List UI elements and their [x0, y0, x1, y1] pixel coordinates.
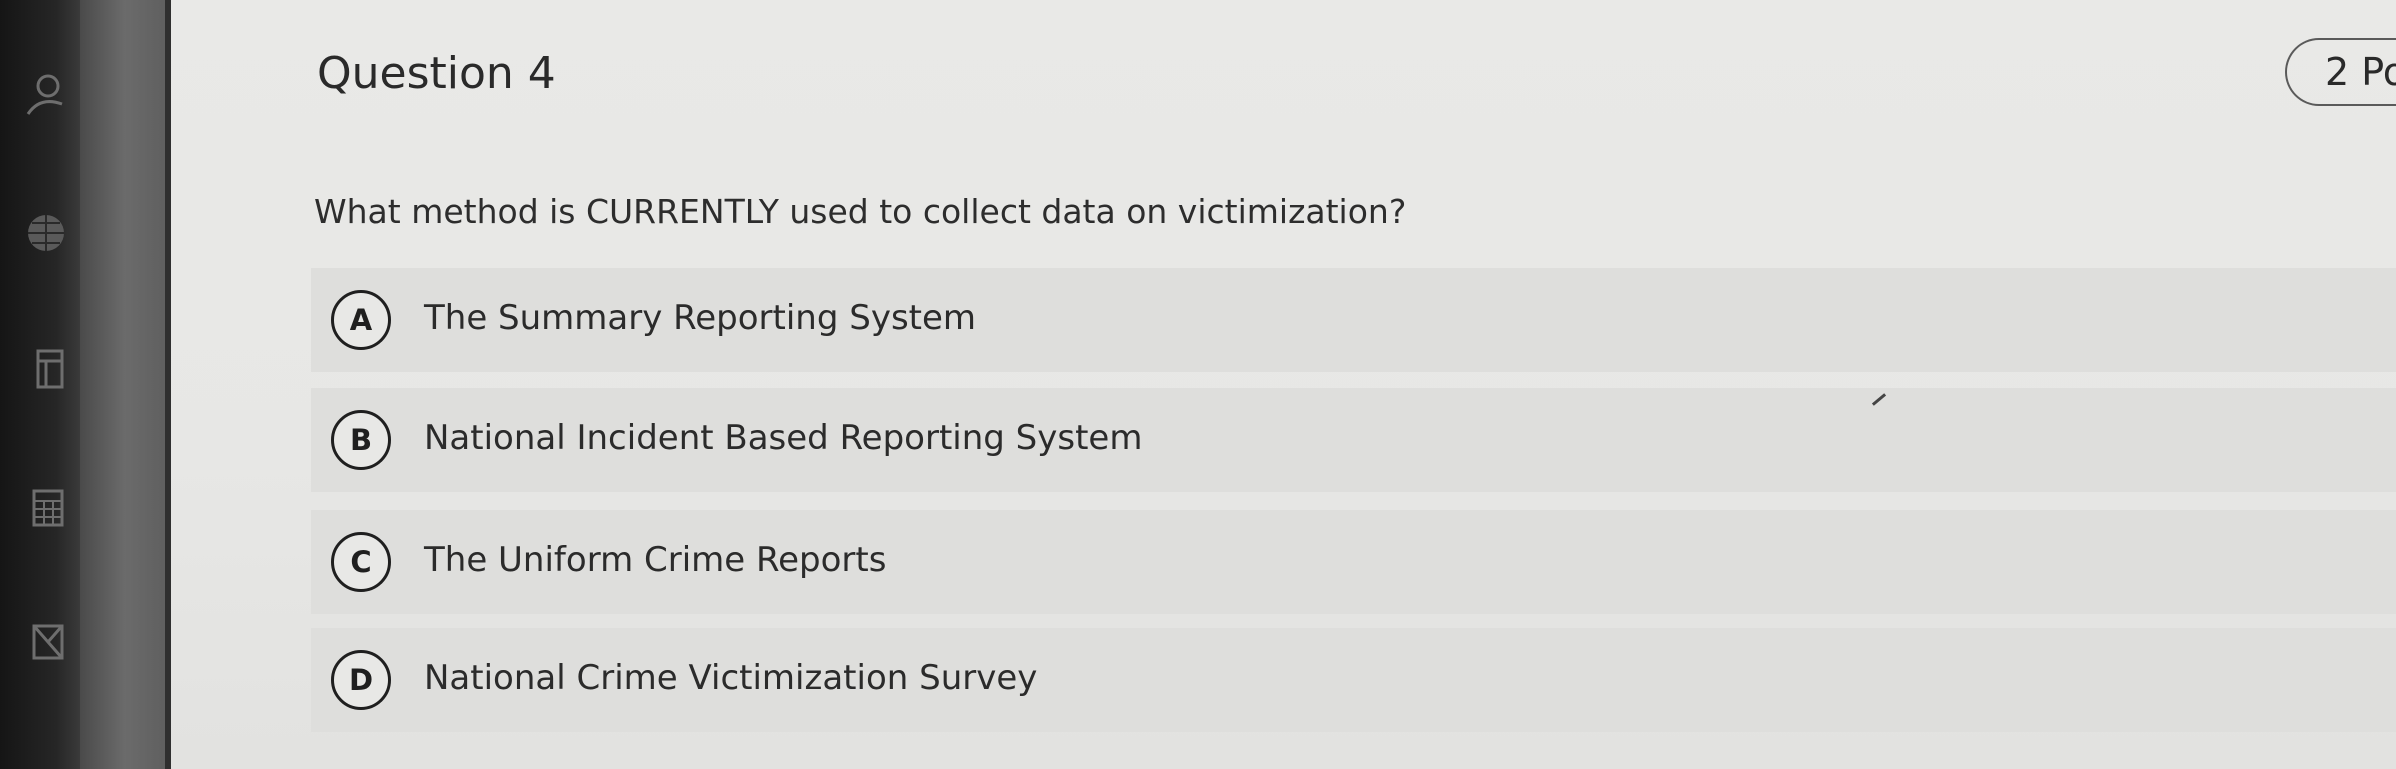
option-label: The Summary Reporting System [424, 298, 977, 338]
option-letter-badge: D [331, 650, 391, 710]
quiz-page: Question 4 2 Po What method is CURRENTLY… [171, 0, 2396, 769]
answer-option-a[interactable]: A The Summary Reporting System [311, 268, 2396, 372]
option-label: National Crime Victimization Survey [424, 658, 1038, 698]
points-badge: 2 Po [2285, 38, 2396, 106]
app-sidebar [0, 0, 80, 769]
option-letter-badge: B [331, 410, 391, 470]
question-title: Question 4 [317, 48, 556, 99]
answer-option-d[interactable]: D National Crime Victimization Survey [311, 628, 2396, 732]
question-prompt: What method is CURRENTLY used to collect… [314, 192, 1407, 231]
option-letter-badge: C [331, 532, 391, 592]
user-icon[interactable] [18, 70, 64, 116]
answer-option-c[interactable]: C The Uniform Crime Reports [311, 510, 2396, 614]
globe-icon[interactable] [18, 210, 64, 256]
screen-bezel [80, 0, 170, 769]
option-letter-badge: A [331, 290, 391, 350]
answer-option-b[interactable]: B National Incident Based Reporting Syst… [311, 388, 2396, 492]
option-label: National Incident Based Reporting System [424, 418, 1143, 458]
option-label: The Uniform Crime Reports [424, 540, 887, 580]
grid-icon[interactable] [18, 485, 64, 531]
inbox-icon[interactable] [18, 620, 64, 666]
calendar-icon[interactable] [18, 345, 64, 391]
